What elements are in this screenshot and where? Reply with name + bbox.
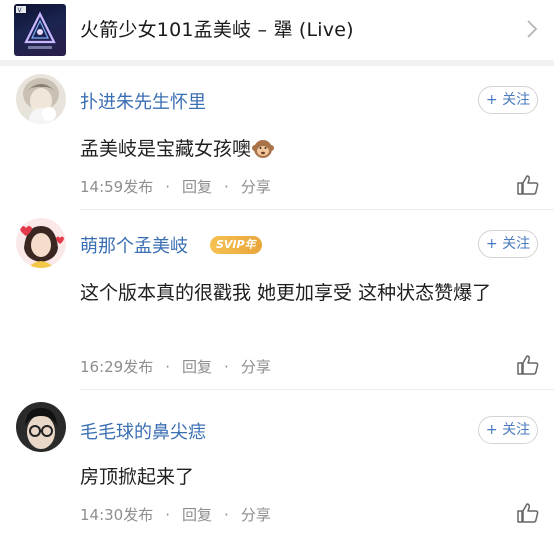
avatar[interactable] [16, 74, 66, 124]
reply-button[interactable]: 回复 [182, 356, 212, 377]
meta-separator: · [224, 506, 229, 524]
meta-separator: · [165, 358, 171, 376]
meta-separator: · [165, 506, 171, 524]
like-icon[interactable] [516, 354, 540, 376]
comment-time: 16:29发布 [80, 358, 154, 376]
follow-button[interactable]: + 关注 [478, 230, 538, 258]
comment-text-row: 孟美岐是宝藏女孩噢 [80, 132, 520, 166]
svip-badge: SVIP年 [210, 236, 262, 254]
follow-button[interactable]: + 关注 [478, 416, 538, 444]
comment-text: 孟美岐是宝藏女孩噢 [80, 138, 252, 160]
comment-meta: 14:59发布 · 回复 · 分享 [80, 176, 271, 197]
username[interactable]: 扑进朱先生怀里 [80, 88, 206, 114]
comment-item: 毛毛球的鼻尖痣 + 关注 房顶掀起来了 14:30发布 · 回复 · 分享 [0, 390, 554, 544]
username[interactable]: 萌那个孟美岐 [80, 232, 188, 258]
like-icon[interactable] [516, 174, 540, 196]
meta-separator: · [165, 178, 171, 196]
comment-item: 扑进朱先生怀里 + 关注 孟美岐是宝藏女孩噢 14:59发布 · 回复 · 分享 [0, 66, 554, 210]
comment-item: 萌那个孟美岐 SVIP年 + 关注 这个版本真的很戳我 她更加享受 这种状态赞爆… [0, 210, 554, 390]
song-title: 火箭少女101孟美岐 – 犟 (Live) [80, 19, 354, 41]
comment-meta: 14:30发布 · 回复 · 分享 [80, 504, 271, 525]
comment-text: 这个版本真的很戳我 她更加享受 这种状态赞爆了 [80, 282, 492, 304]
share-button[interactable]: 分享 [241, 176, 271, 197]
comment-time: 14:30发布 [80, 506, 154, 524]
song-header[interactable]: V 火箭少女101孟美岐 – 犟 (Live) [0, 0, 554, 60]
avatar[interactable] [16, 402, 66, 452]
meta-separator: · [224, 178, 229, 196]
reply-button[interactable]: 回复 [182, 176, 212, 197]
username[interactable]: 毛毛球的鼻尖痣 [80, 418, 206, 444]
share-button[interactable]: 分享 [241, 356, 271, 377]
meta-separator: · [224, 358, 229, 376]
comment-time: 14:59发布 [80, 178, 154, 196]
avatar[interactable] [16, 218, 66, 268]
like-icon[interactable] [516, 502, 540, 524]
comment-text: 房顶掀起来了 [80, 466, 195, 488]
follow-button[interactable]: + 关注 [478, 86, 538, 114]
chevron-right-icon[interactable] [526, 19, 538, 39]
monkey-emoji-icon [252, 140, 275, 158]
share-button[interactable]: 分享 [241, 504, 271, 525]
album-cover: V [14, 4, 66, 56]
reply-button[interactable]: 回复 [182, 504, 212, 525]
comment-meta: 16:29发布 · 回复 · 分享 [80, 356, 271, 377]
